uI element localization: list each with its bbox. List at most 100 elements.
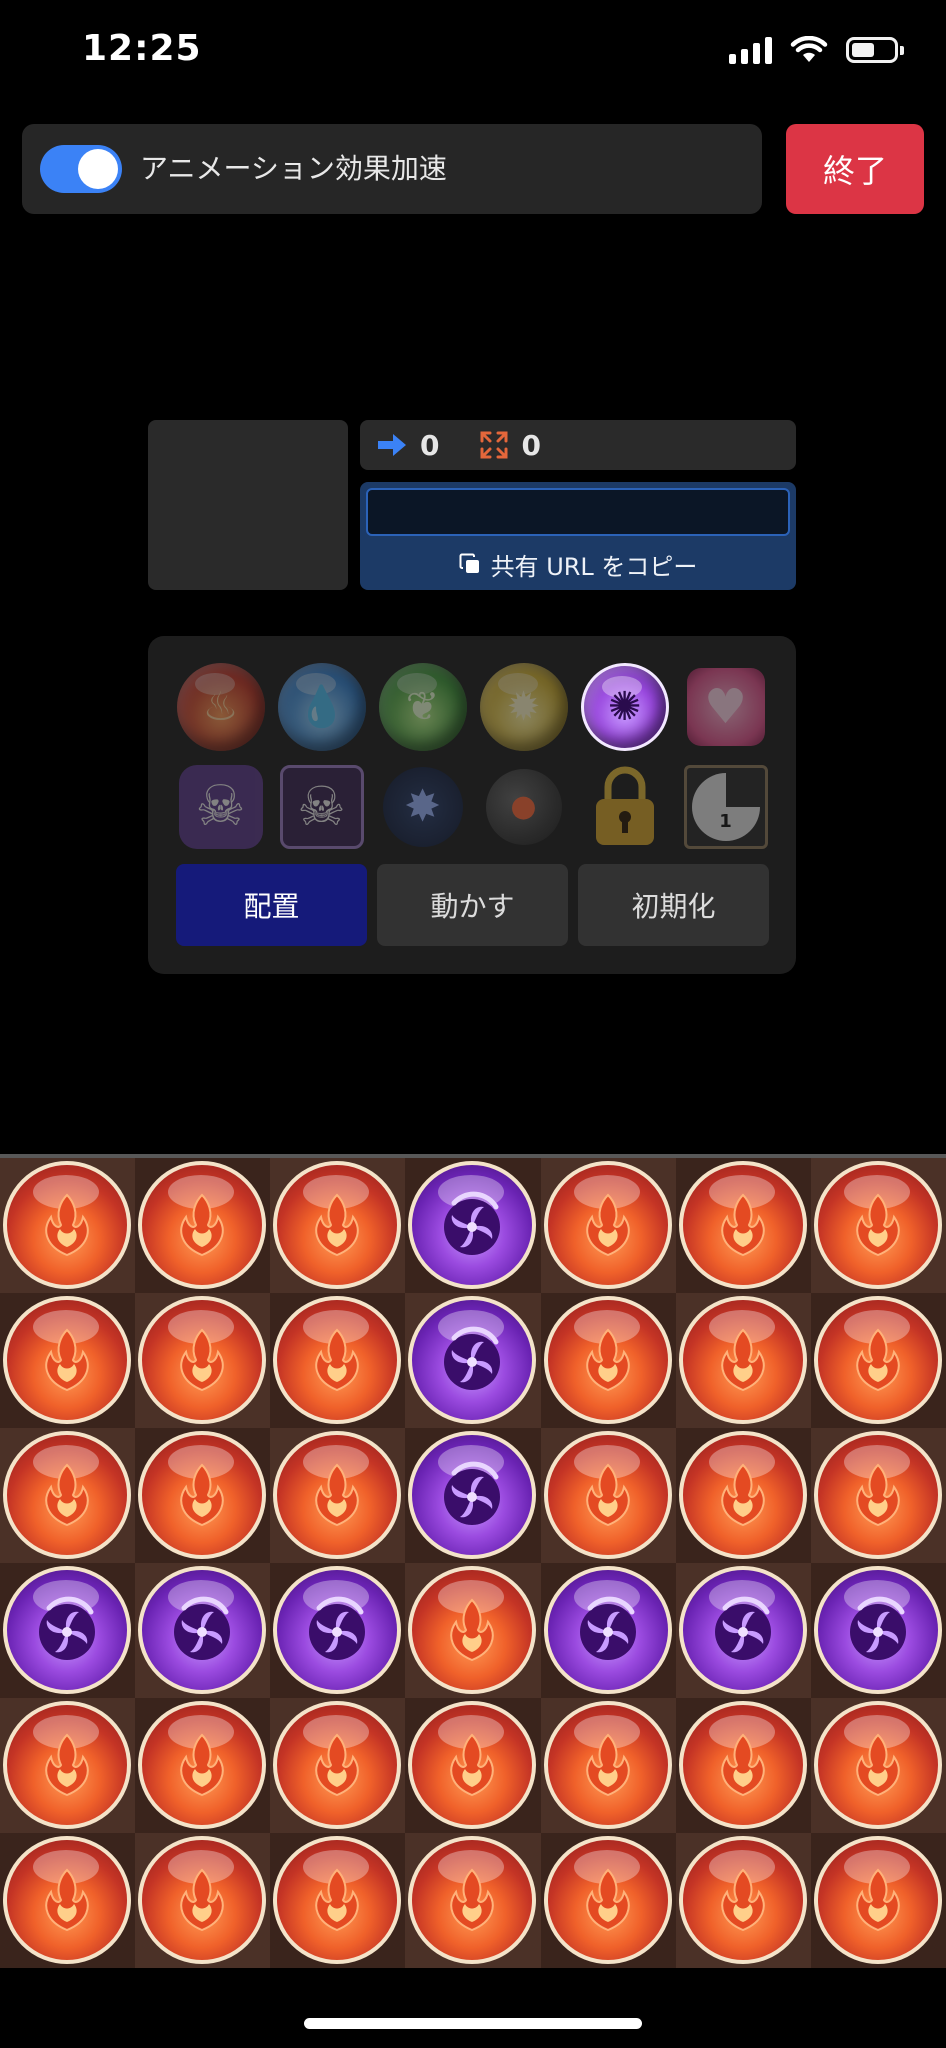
countdown-value: 1 — [719, 810, 732, 832]
fire-orb — [813, 1161, 942, 1289]
dark-orb — [3, 1566, 131, 1694]
light-orb-icon: ✹ — [479, 662, 568, 751]
board-cell[interactable] — [675, 1428, 811, 1563]
fire-orb — [408, 1701, 537, 1829]
board-cell[interactable] — [270, 1158, 406, 1293]
palette-heart-orb[interactable]: ♥ — [681, 662, 770, 751]
palette-light-orb[interactable]: ✹ — [479, 662, 568, 751]
board-cell[interactable] — [405, 1428, 541, 1563]
board-cell[interactable] — [540, 1833, 676, 1968]
end-button[interactable]: 終了 — [786, 124, 924, 214]
move-mode-button[interactable]: 動かす — [377, 864, 568, 946]
board-cell[interactable] — [675, 1293, 811, 1428]
reset-button[interactable]: 初期化 — [578, 864, 769, 946]
palette-water-orb[interactable]: 💧 — [277, 662, 366, 751]
fire-orb — [813, 1296, 942, 1424]
puzzle-board — [0, 1158, 946, 1968]
palette-countdown-orb[interactable]: 1 — [681, 762, 770, 851]
board-cell[interactable] — [810, 1563, 946, 1698]
fire-orb — [408, 1566, 537, 1694]
board-cell[interactable] — [810, 1833, 946, 1968]
palette-fire-orb[interactable]: ♨ — [176, 662, 265, 751]
board-cell[interactable] — [540, 1428, 676, 1563]
counter-bar: 0 0 — [360, 420, 796, 470]
board-cell[interactable] — [0, 1698, 136, 1833]
board-cell[interactable] — [540, 1158, 676, 1293]
fire-orb — [678, 1161, 807, 1289]
board-cell[interactable] — [810, 1158, 946, 1293]
palette-jammer-orb[interactable]: ✸ — [378, 762, 467, 851]
board-cell[interactable] — [675, 1563, 811, 1698]
board-cell[interactable] — [405, 1293, 541, 1428]
board-cell[interactable] — [540, 1563, 676, 1698]
status-bar: 12:25 — [0, 0, 946, 110]
poison-skull-icon: ☠ — [178, 764, 263, 849]
fire-orb — [678, 1296, 807, 1424]
board-cell[interactable] — [270, 1833, 406, 1968]
fire-orb — [138, 1161, 267, 1289]
home-indicator — [304, 2018, 642, 2029]
fire-orb — [138, 1701, 267, 1829]
board-cell[interactable] — [675, 1698, 811, 1833]
fire-orb — [3, 1431, 131, 1559]
palette-poison-orb[interactable]: ☠ — [176, 762, 265, 851]
board-cell[interactable] — [270, 1698, 406, 1833]
board-cell[interactable] — [675, 1158, 811, 1293]
combo-count: 0 — [521, 428, 541, 462]
board-cell[interactable] — [405, 1833, 541, 1968]
palette-deadly-poison-orb[interactable]: ☠ — [277, 762, 366, 851]
board-cell[interactable] — [675, 1833, 811, 1968]
board-cell[interactable] — [270, 1428, 406, 1563]
fire-orb — [678, 1701, 807, 1829]
fire-orb — [678, 1836, 807, 1964]
fire-orb — [3, 1701, 131, 1829]
board-cell[interactable] — [270, 1563, 406, 1698]
fire-orb — [3, 1296, 131, 1424]
board-cell[interactable] — [540, 1293, 676, 1428]
board-cell[interactable] — [135, 1293, 271, 1428]
water-orb-icon: 💧 — [277, 662, 366, 751]
moves-count: 0 — [420, 428, 440, 462]
board-cell[interactable] — [540, 1698, 676, 1833]
board-cell[interactable] — [0, 1833, 136, 1968]
palette-wood-orb[interactable]: ❦ — [378, 662, 467, 751]
deadly-poison-skull-icon: ☠ — [279, 764, 364, 849]
board-cell[interactable] — [135, 1428, 271, 1563]
board-cell[interactable] — [810, 1698, 946, 1833]
animation-speed-toggle[interactable] — [40, 145, 122, 193]
fire-orb — [138, 1836, 267, 1964]
board-cell[interactable] — [0, 1293, 136, 1428]
board-cell[interactable] — [270, 1293, 406, 1428]
board-cell[interactable] — [135, 1158, 271, 1293]
board-cell[interactable] — [405, 1158, 541, 1293]
palette-bomb-orb[interactable]: ● — [479, 762, 568, 851]
dark-orb — [273, 1566, 402, 1694]
board-cell[interactable] — [135, 1698, 271, 1833]
bomb-icon: ● — [485, 768, 562, 845]
board-cell[interactable] — [0, 1428, 136, 1563]
expand-arrows-icon — [480, 431, 508, 459]
board-cell[interactable] — [135, 1833, 271, 1968]
fire-orb — [813, 1836, 942, 1964]
lock-icon — [595, 766, 654, 845]
palette-dark-orb[interactable]: ✺ — [580, 662, 669, 751]
fire-orb — [138, 1431, 267, 1559]
place-mode-button[interactable]: 配置 — [176, 864, 367, 946]
share-url-field[interactable] — [366, 488, 790, 536]
fire-orb — [273, 1701, 402, 1829]
fire-orb — [543, 1161, 672, 1289]
animation-speed-label: アニメーション効果加速 — [140, 152, 447, 185]
board-cell[interactable] — [810, 1428, 946, 1563]
board-cell[interactable] — [0, 1158, 136, 1293]
board-cell[interactable] — [810, 1293, 946, 1428]
board-cell[interactable] — [0, 1563, 136, 1698]
board-cell[interactable] — [135, 1563, 271, 1698]
heart-orb-icon: ♥ — [686, 667, 765, 746]
wood-orb-icon: ❦ — [378, 662, 467, 751]
copy-share-url-button[interactable]: 共有 URL をコピー — [360, 538, 796, 590]
board-cell[interactable] — [405, 1698, 541, 1833]
dark-orb — [408, 1161, 537, 1289]
countdown-icon: 1 — [683, 764, 768, 849]
palette-lock[interactable] — [580, 762, 669, 851]
board-cell[interactable] — [405, 1563, 541, 1698]
